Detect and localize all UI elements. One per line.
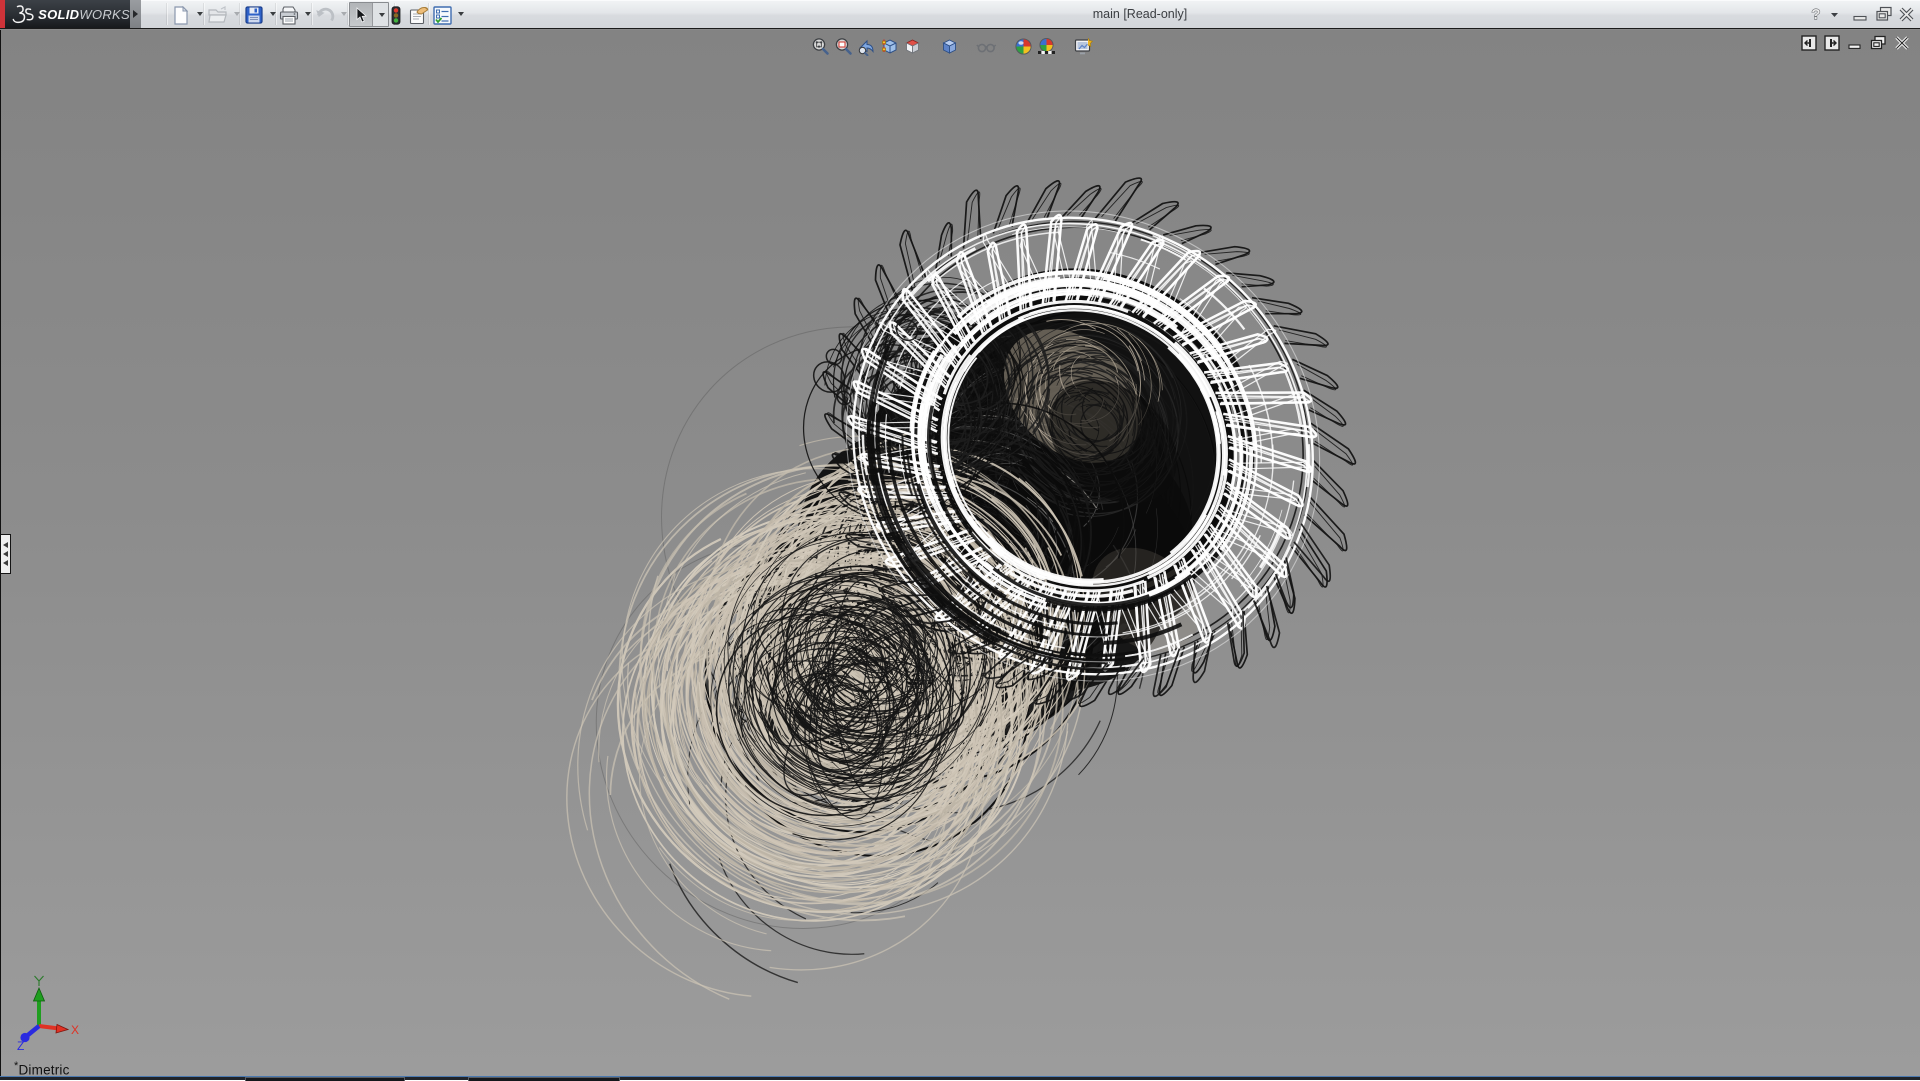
doc-minimize-button[interactable] (1847, 35, 1863, 51)
reference-triad: X Z (5, 974, 105, 1074)
dropdown-arrow-icon[interactable] (341, 12, 347, 16)
dropdown-arrow-icon[interactable] (305, 12, 311, 16)
document-window-controls (1801, 35, 1910, 51)
window-minimize-button[interactable] (1851, 3, 1870, 25)
graphics-viewport[interactable]: X Z *Dimetric (0, 30, 1920, 1076)
print-button[interactable] (278, 4, 300, 26)
doc-close-button[interactable] (1894, 35, 1910, 51)
collapse-arrow-icon (3, 551, 8, 557)
toolbar-separator (203, 3, 204, 25)
select-tool-button[interactable] (350, 3, 373, 26)
dropdown-arrow-icon (379, 13, 385, 17)
taskbar-button[interactable] (245, 1077, 405, 1081)
window-help-button[interactable]: ? (1806, 3, 1825, 25)
apply-scene-button[interactable] (1035, 35, 1058, 57)
svg-text:?: ? (1811, 6, 1820, 23)
display-style-button[interactable] (938, 35, 961, 57)
doc-dock-left-button[interactable] (1801, 35, 1817, 51)
toolbar-separator (166, 3, 167, 25)
titlebar-highlight (0, 0, 1920, 1)
dropdown-arrow-icon[interactable] (197, 12, 203, 16)
section-view-button[interactable] (878, 35, 901, 57)
solidworks-wordmark: SOLIDWORKS (38, 7, 130, 22)
title-bar: SOLIDWORKS main [Read-only] ? (0, 0, 1920, 29)
featuremanager-collapsed-tab[interactable] (1, 534, 11, 574)
collapse-arrow-icon (3, 560, 8, 566)
windows-taskbar-edge[interactable] (0, 1076, 1920, 1080)
3ds-logo-icon (11, 3, 35, 25)
doc-dock-right-button[interactable] (1824, 35, 1840, 51)
traffic-light-button[interactable] (385, 4, 407, 26)
window-close-button[interactable] (1897, 3, 1916, 25)
svg-text:X: X (71, 1023, 79, 1037)
solidworks-window: X Z *Dimetric SOLIDWORKS main [Read-only… (0, 0, 1920, 1080)
menu-expand-button[interactable] (130, 0, 141, 28)
undo-button[interactable] (314, 4, 336, 26)
save-button[interactable] (243, 4, 265, 26)
view-orientation-label: *Dimetric (14, 1060, 70, 1078)
collapse-arrow-icon (3, 542, 8, 548)
window-restore-button[interactable] (1874, 3, 1893, 25)
view-settings-button[interactable] (1072, 35, 1095, 57)
zoom-to-fit-button[interactable] (809, 35, 832, 57)
edit-appearance-button[interactable] (1012, 35, 1035, 57)
toolbar-separator (311, 3, 312, 25)
solidworks-logo: SOLIDWORKS (5, 0, 130, 28)
taskbar-button[interactable] (468, 1077, 620, 1081)
dropdown-arrow-icon[interactable] (458, 12, 464, 16)
select-tool-group (349, 2, 389, 27)
expand-right-icon (133, 10, 138, 18)
view-orientation-button[interactable] (901, 35, 924, 57)
checklist-button[interactable] (431, 4, 453, 26)
notebook-button[interactable] (408, 4, 430, 26)
dropdown-arrow-icon[interactable] (234, 12, 240, 16)
toolbar-separator (347, 3, 348, 25)
turbine-model-wireframe[interactable] (1, 30, 1920, 1076)
open-button[interactable] (207, 4, 229, 26)
headsup-view-toolbar (809, 34, 1095, 58)
window-help-dropdown-button[interactable] (1829, 3, 1839, 25)
previous-view-button[interactable] (855, 35, 878, 57)
zoom-to-area-button[interactable] (832, 35, 855, 57)
doc-restore-button[interactable] (1870, 35, 1887, 51)
dropdown-arrow-icon[interactable] (270, 12, 276, 16)
hide-show-items-button[interactable] (975, 35, 998, 57)
document-title: main [Read-only] (1020, 0, 1260, 28)
new-button[interactable] (170, 4, 192, 26)
svg-text:Z: Z (17, 1039, 24, 1053)
